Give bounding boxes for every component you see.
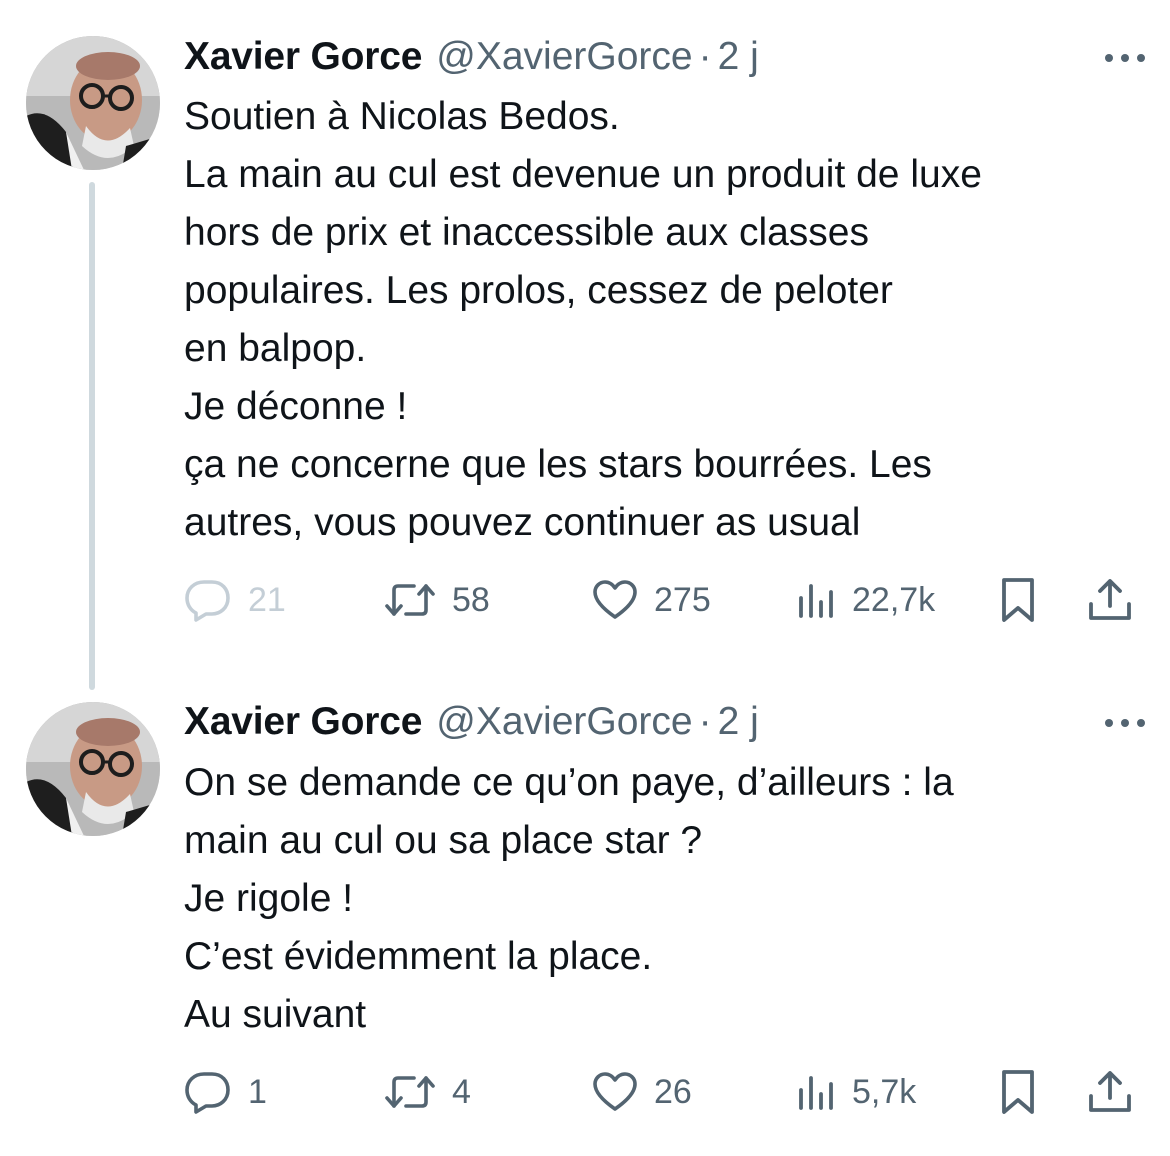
like-icon — [593, 1072, 637, 1111]
views-button[interactable]: 5,7k — [796, 1062, 916, 1122]
like-count: 275 — [654, 580, 711, 619]
avatar-photo — [26, 702, 160, 836]
avatar[interactable] — [26, 36, 160, 170]
tweet-text-line: hors de prix et inaccessible aux classes — [184, 211, 869, 254]
reply-icon — [185, 580, 230, 622]
tweet-text-line: Au suivant — [184, 993, 367, 1036]
share-icon — [1089, 1071, 1131, 1112]
tweet-text-line: Soutien à Nicolas Bedos. — [184, 95, 620, 138]
tweet-text: Soutien à Nicolas Bedos. La main au cul … — [184, 88, 1140, 552]
reply-button[interactable]: 1 — [184, 1062, 267, 1122]
retweet-icon — [385, 1076, 435, 1108]
like-icon — [593, 580, 637, 619]
share-button[interactable] — [1086, 1062, 1134, 1122]
tweet-text: On se demande ce qu’on paye, d’ailleurs … — [184, 754, 1140, 1044]
tweet-2[interactable]: Xavier Gorce @XavierGorce · 2 j On se de… — [0, 690, 1170, 1156]
tweet-text-line: en balpop. — [184, 327, 367, 370]
thread-connector-line — [89, 182, 95, 690]
tweet-actions: 21 58 275 22,7k — [184, 570, 1144, 630]
tweet-text-line: autres, vous pouvez continuer as usual — [184, 501, 861, 544]
bookmark-button[interactable] — [998, 570, 1038, 630]
separator: · — [698, 700, 712, 743]
share-button[interactable] — [1086, 570, 1134, 630]
tweet-text-line: ça ne concerne que les stars bourrées. L… — [184, 443, 932, 486]
views-count: 5,7k — [852, 1072, 917, 1111]
author-name[interactable]: Xavier Gorce — [184, 35, 422, 79]
tweet-text-line: C’est évidemment la place. — [184, 935, 653, 978]
reply-icon — [185, 1072, 230, 1114]
retweet-count: 58 — [452, 580, 490, 619]
author-name[interactable]: Xavier Gorce — [184, 700, 422, 744]
like-button[interactable]: 275 — [592, 570, 711, 630]
like-count: 26 — [654, 1072, 692, 1111]
views-icon — [799, 1076, 833, 1110]
more-icon[interactable] — [1100, 701, 1150, 745]
timestamp[interactable]: 2 j — [718, 35, 759, 79]
like-button[interactable]: 26 — [592, 1062, 692, 1122]
author-handle[interactable]: @XavierGorce — [436, 35, 692, 79]
retweet-button[interactable]: 4 — [384, 1062, 471, 1122]
timestamp[interactable]: 2 j — [718, 700, 759, 744]
tweet-text-line: Je rigole ! — [184, 877, 354, 920]
views-count: 22,7k — [852, 580, 936, 619]
tweet-header: Xavier Gorce @XavierGorce · 2 j — [184, 697, 1150, 747]
avatar[interactable] — [26, 702, 160, 836]
reply-count: 21 — [248, 580, 286, 619]
tweet-header: Xavier Gorce @XavierGorce · 2 j — [184, 32, 1150, 82]
tweet-text-line: On se demande ce qu’on paye, d’ailleurs … — [184, 761, 954, 804]
share-icon — [1089, 579, 1131, 620]
tweet-text-line: Je déconne ! — [184, 385, 408, 428]
tweet-1[interactable]: Xavier Gorce @XavierGorce · 2 j Soutien … — [0, 0, 1170, 690]
retweet-icon — [385, 584, 435, 616]
separator: · — [698, 35, 712, 78]
retweet-count: 4 — [452, 1072, 471, 1111]
avatar-photo — [26, 36, 160, 170]
views-icon — [799, 584, 833, 618]
more-icon[interactable] — [1100, 36, 1150, 80]
tweet-actions: 1 4 26 5,7k — [184, 1062, 1144, 1122]
bookmark-icon — [1002, 1070, 1034, 1114]
views-button[interactable]: 22,7k — [796, 570, 935, 630]
tweet-text-line: main au cul ou sa place star ? — [184, 819, 703, 862]
tweet-text-line: populaires. Les prolos, cessez de pelote… — [184, 269, 893, 312]
bookmark-icon — [1002, 578, 1034, 622]
reply-button[interactable]: 21 — [184, 570, 286, 630]
author-handle[interactable]: @XavierGorce — [436, 700, 692, 744]
retweet-button[interactable]: 58 — [384, 570, 490, 630]
reply-count: 1 — [248, 1072, 267, 1111]
bookmark-button[interactable] — [998, 1062, 1038, 1122]
tweet-text-line: La main au cul est devenue un produit de… — [184, 153, 982, 196]
